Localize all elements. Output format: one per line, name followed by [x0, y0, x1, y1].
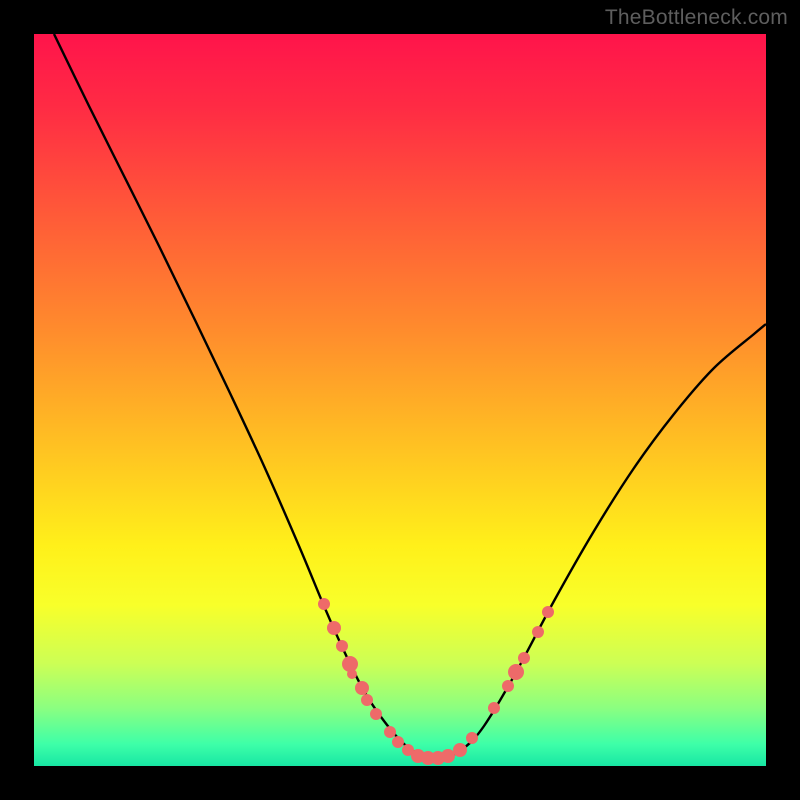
dot	[361, 694, 373, 706]
dot	[502, 680, 514, 692]
curve-layer	[34, 34, 766, 766]
highlight-dots	[318, 598, 554, 765]
dot	[392, 736, 404, 748]
dot	[355, 681, 369, 695]
dot	[318, 598, 330, 610]
dot	[508, 664, 524, 680]
dot	[453, 743, 467, 757]
dot	[518, 652, 530, 664]
dot	[327, 621, 341, 635]
dot	[488, 702, 500, 714]
dot	[532, 626, 544, 638]
dot	[441, 749, 455, 763]
dot	[370, 708, 382, 720]
dot	[384, 726, 396, 738]
dot	[336, 640, 348, 652]
chart-frame: TheBottleneck.com	[0, 0, 800, 800]
bottleneck-curve	[54, 34, 766, 759]
dot	[347, 669, 357, 679]
plot-area	[34, 34, 766, 766]
watermark-label: TheBottleneck.com	[605, 6, 788, 30]
dot	[466, 732, 478, 744]
dot	[542, 606, 554, 618]
